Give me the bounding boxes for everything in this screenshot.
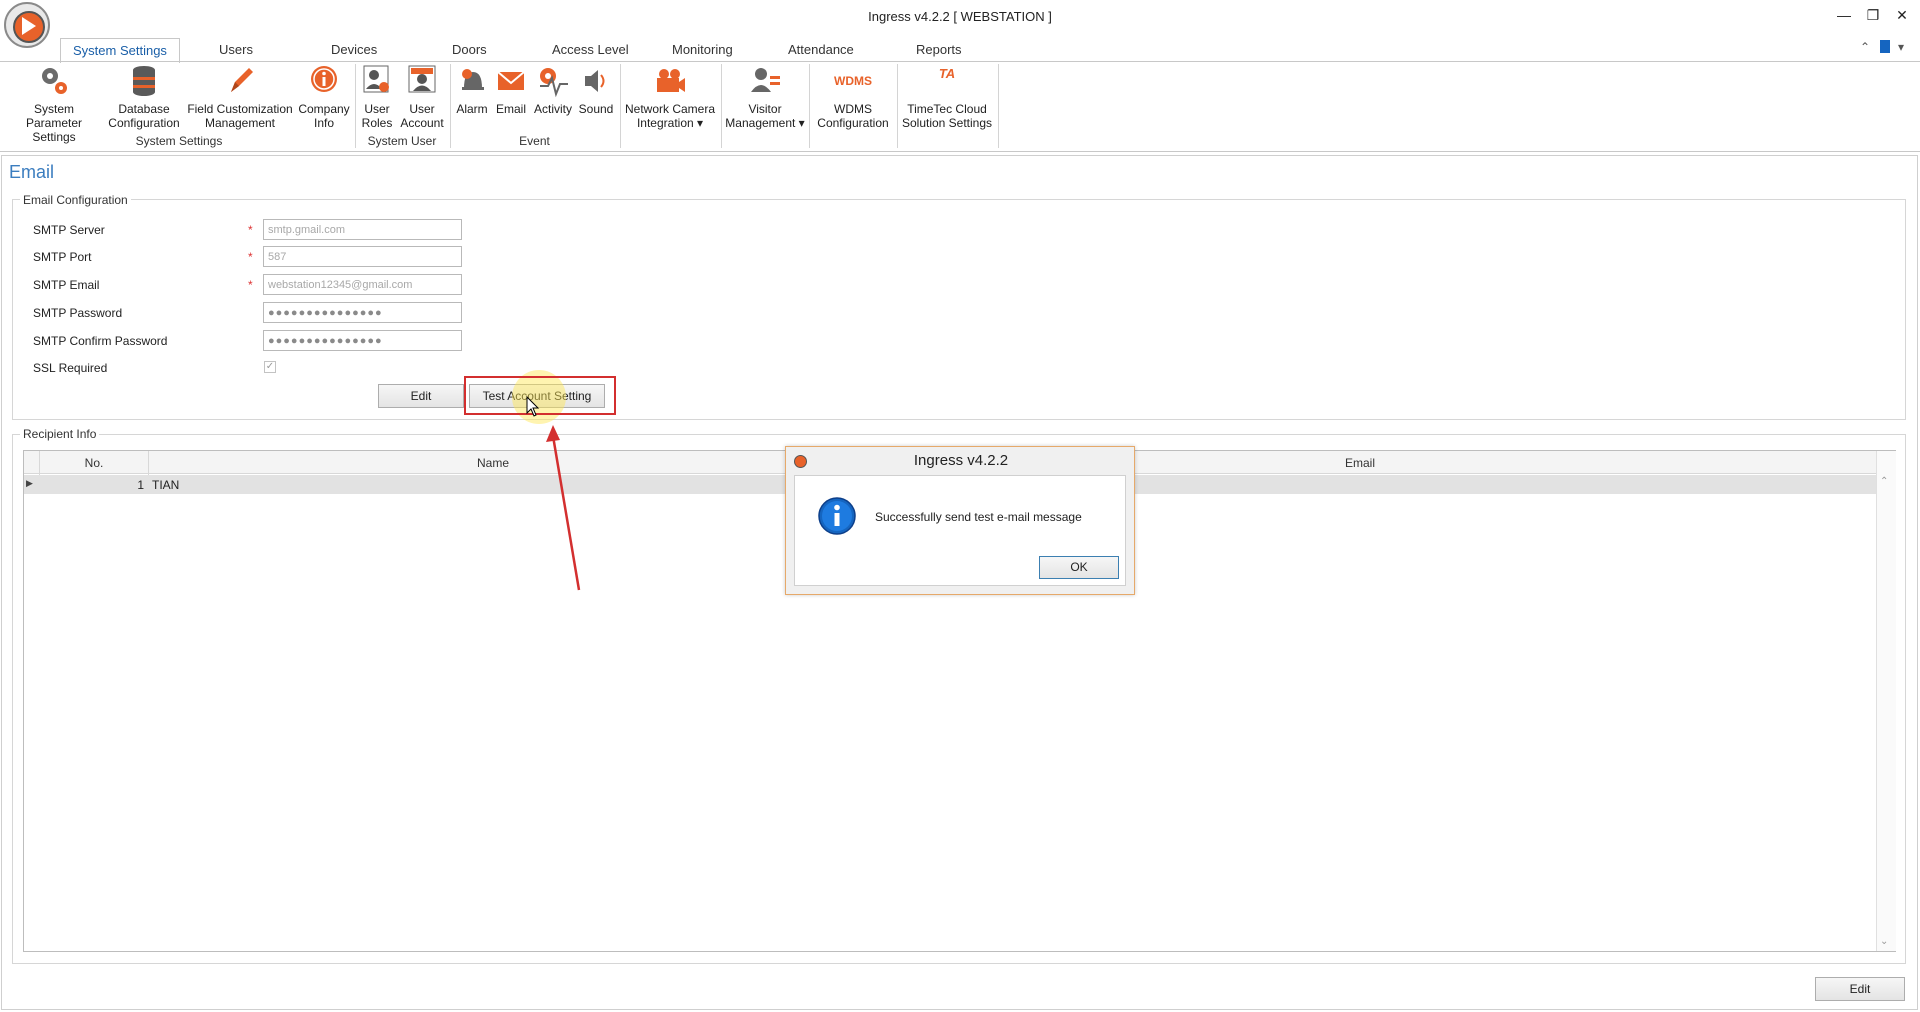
ribbon-user-account[interactable]: User Account (398, 64, 446, 130)
smtp-server-input[interactable] (263, 219, 462, 240)
smtp-server-label: SMTP Server (33, 223, 105, 237)
dialog-title: Ingress v4.2.2 (913, 452, 1009, 469)
ribbon-email[interactable]: Email (492, 64, 530, 116)
ribbon-system-parameter-settings[interactable]: System Parameter Settings (5, 64, 103, 144)
ribbon-network-camera-integration[interactable]: Network Camera Integration ▾ (623, 64, 717, 130)
minimize-button[interactable]: — (1831, 4, 1857, 26)
ribbon-activity[interactable]: Activity (532, 64, 574, 116)
ribbon-separator (897, 64, 898, 148)
ribbon-visitor-management[interactable]: Visitor Management ▾ (724, 64, 806, 130)
tab-doors[interactable]: Doors (452, 42, 487, 57)
smtp-password-input[interactable] (263, 302, 462, 323)
collapse-ribbon-icon[interactable]: ⌃ (1860, 40, 1870, 54)
ribbon-field-customization[interactable]: Field Customization Management (185, 64, 295, 130)
wdms-logo-icon: WDMS (834, 74, 872, 88)
ribbon-divider (0, 61, 1920, 62)
ribbon-company-info[interactable]: Company Info (295, 64, 353, 130)
ribbon-separator (998, 64, 999, 148)
row-name-cell[interactable]: TIAN (152, 478, 179, 492)
ribbon-separator (355, 64, 356, 148)
user-roles-icon (363, 65, 389, 93)
message-dialog: Ingress v4.2.2 Successfully send test e-… (785, 446, 1135, 595)
group-label-system-user: System User (367, 134, 437, 148)
mouse-cursor-icon (526, 396, 540, 417)
ribbon-wdms-configuration[interactable]: WDMS WDMS Configuration (812, 64, 894, 130)
recipient-info-legend: Recipient Info (20, 427, 100, 441)
user-account-icon (408, 65, 436, 93)
camera-icon (657, 69, 685, 92)
gears-icon (42, 68, 67, 94)
restore-button[interactable]: ❐ (1860, 4, 1886, 26)
ribbon-alarm[interactable]: Alarm (453, 64, 491, 116)
smtp-port-label: SMTP Port (33, 250, 92, 264)
database-icon (133, 66, 155, 96)
tab-access-level[interactable]: Access Level (552, 42, 629, 57)
email-configuration-legend: Email Configuration (20, 193, 131, 207)
required-marker: * (248, 278, 253, 292)
column-header-name[interactable]: Name (150, 456, 836, 470)
tab-attendance[interactable]: Attendance (788, 42, 854, 57)
ribbon-sound[interactable]: Sound (576, 64, 616, 116)
ribbon-separator (721, 64, 722, 148)
tab-devices[interactable]: Devices (331, 42, 377, 57)
dialog-ok-button[interactable]: OK (1039, 556, 1119, 579)
vertical-scrollbar[interactable] (1876, 451, 1896, 951)
edit-recipients-button[interactable]: Edit (1815, 977, 1905, 1001)
tab-reports[interactable]: Reports (916, 42, 962, 57)
row-indicator-icon: ▶ (26, 478, 33, 488)
alarm-bell-icon (462, 69, 484, 90)
smtp-email-input[interactable] (263, 274, 462, 295)
ribbon-timetec-cloud-settings[interactable]: TA TimeTec Cloud Solution Settings (900, 64, 994, 130)
column-header-no[interactable]: No. (40, 456, 148, 470)
smtp-port-input[interactable] (263, 246, 462, 267)
required-marker: * (248, 223, 253, 237)
ribbon-separator (620, 64, 621, 148)
smtp-email-label: SMTP Email (33, 278, 100, 292)
group-label-event: Event (519, 134, 550, 148)
ribbon-bottom-border (0, 151, 1920, 152)
smtp-confirm-password-label: SMTP Confirm Password (33, 334, 168, 348)
scroll-up-icon[interactable]: ⌃ (1880, 476, 1888, 487)
visitor-icon (751, 68, 780, 92)
activity-pulse-icon (540, 68, 568, 98)
row-number-cell[interactable]: 1 (40, 478, 144, 492)
edit-email-config-button[interactable]: Edit (378, 384, 464, 408)
office-icon[interactable] (1880, 40, 1890, 53)
group-label-system-settings: System Settings (135, 134, 223, 148)
info-icon (311, 66, 337, 92)
required-marker: * (248, 250, 253, 264)
smtp-password-label: SMTP Password (33, 306, 123, 320)
tab-users[interactable]: Users (219, 42, 253, 57)
ribbon-separator (450, 64, 451, 148)
smtp-confirm-password-input[interactable] (263, 330, 462, 351)
close-button[interactable]: ✕ (1889, 4, 1915, 26)
email-envelope-icon (497, 71, 525, 90)
page-title: Email (9, 162, 55, 182)
options-dropdown-icon[interactable]: ▾ (1898, 40, 1904, 54)
ribbon-user-roles[interactable]: User Roles (358, 64, 396, 130)
ribbon-separator (809, 64, 810, 148)
tab-monitoring[interactable]: Monitoring (672, 42, 733, 57)
dialog-message: Successfully send test e-mail message (875, 510, 1082, 524)
ssl-required-label: SSL Required (33, 361, 108, 375)
tab-system-settings[interactable]: System Settings (60, 38, 180, 63)
pencil-icon (231, 68, 253, 92)
dialog-body: Successfully send test e-mail message OK (794, 475, 1126, 586)
column-header-email[interactable]: Email (1120, 456, 1600, 470)
annotation-arrow (546, 425, 581, 591)
timetec-logo-icon: TA (938, 66, 956, 81)
ribbon-database-configuration[interactable]: Database Configuration (103, 64, 185, 130)
speaker-icon (585, 70, 605, 92)
info-icon (818, 497, 856, 535)
window-title: Ingress v4.2.2 [ WEBSTATION ] (868, 9, 1052, 24)
ssl-required-checkbox[interactable]: ✓ (264, 361, 276, 373)
scroll-down-icon[interactable]: ⌄ (1880, 936, 1888, 947)
annotation-highlight-box (464, 376, 616, 415)
